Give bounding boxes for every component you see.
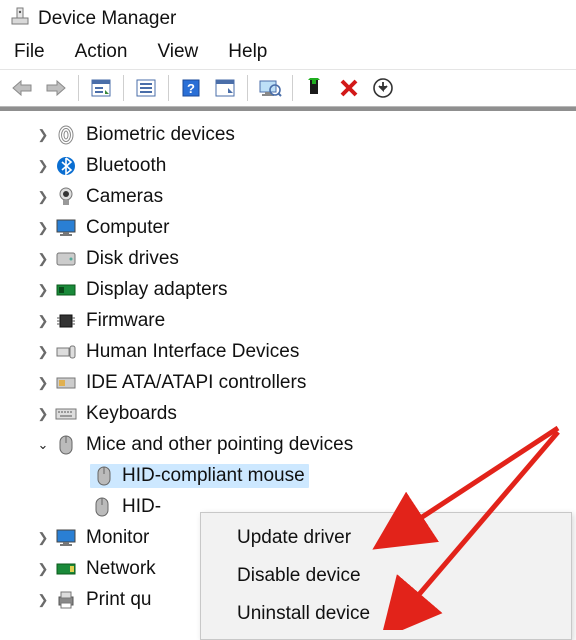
tree-item-mice[interactable]: ⌄ Mice and other pointing devices [0, 429, 576, 460]
tree-item-computer[interactable]: ❯ Computer [0, 212, 576, 243]
update-button[interactable] [369, 74, 397, 102]
ide-icon [54, 372, 78, 394]
menu-help[interactable]: Help [228, 41, 267, 63]
disable-button[interactable] [335, 74, 363, 102]
chevron-right-icon: ❯ [34, 344, 52, 360]
properties-button[interactable] [132, 74, 160, 102]
enable-button[interactable] [301, 74, 329, 102]
svg-text:?: ? [187, 81, 195, 96]
chevron-right-icon: ❯ [34, 158, 52, 174]
tree-label: Network [86, 558, 156, 580]
bluetooth-icon [54, 155, 78, 177]
action-button[interactable] [211, 74, 239, 102]
tree-label: Monitor [86, 527, 149, 549]
mouse-icon [92, 465, 116, 487]
tree-label: Bluetooth [86, 155, 166, 177]
separator [78, 75, 79, 101]
separator [123, 75, 124, 101]
back-button[interactable] [8, 74, 36, 102]
tree-item-keyboards[interactable]: ❯ Keyboards [0, 398, 576, 429]
gpu-icon [54, 279, 78, 301]
chevron-right-icon: ❯ [34, 406, 52, 422]
window-title: Device Manager [38, 8, 176, 30]
fingerprint-icon [54, 124, 78, 146]
disk-icon [54, 248, 78, 270]
mouse-icon [90, 496, 114, 518]
tree-item-hid-mouse-0[interactable]: HID-compliant mouse [0, 460, 576, 491]
chevron-right-icon: ❯ [34, 313, 52, 329]
chevron-right-icon: ❯ [34, 127, 52, 143]
tree-item-display[interactable]: ❯ Display adapters [0, 274, 576, 305]
tree-item-biometric[interactable]: ❯ Biometric devices [0, 119, 576, 150]
menu-action[interactable]: Action [75, 41, 128, 63]
device-manager-icon [10, 6, 30, 31]
printer-icon [54, 589, 78, 611]
menu-file[interactable]: File [14, 41, 45, 63]
tree-item-firmware[interactable]: ❯ Firmware [0, 305, 576, 336]
menu-item-update-driver[interactable]: Update driver [201, 519, 571, 557]
titlebar: Device Manager [0, 0, 576, 35]
help-button[interactable]: ? [177, 74, 205, 102]
tree-item-ide[interactable]: ❯ IDE ATA/ATAPI controllers [0, 367, 576, 398]
separator [168, 75, 169, 101]
chip-icon [54, 310, 78, 332]
tree-item-cameras[interactable]: ❯ Cameras [0, 181, 576, 212]
tree-label: Cameras [86, 186, 163, 208]
chevron-right-icon: ❯ [34, 189, 52, 205]
keyboard-icon [54, 403, 78, 425]
monitor-icon [54, 527, 78, 549]
mouse-icon [54, 434, 78, 456]
tree-label: Mice and other pointing devices [86, 434, 353, 456]
chevron-right-icon: ❯ [34, 375, 52, 391]
show-hidden-button[interactable] [87, 74, 115, 102]
tree-label: Display adapters [86, 279, 228, 301]
menu-view[interactable]: View [157, 41, 198, 63]
tree-label: Disk drives [86, 248, 179, 270]
menubar: File Action View Help [0, 35, 576, 69]
tree-label: Keyboards [86, 403, 177, 425]
tree-label: Human Interface Devices [86, 341, 299, 363]
tree-label: Computer [86, 217, 169, 239]
tree-label: Print qu [86, 589, 151, 611]
chevron-right-icon: ❯ [34, 592, 52, 608]
chevron-right-icon: ❯ [34, 251, 52, 267]
tree-label: Biometric devices [86, 124, 235, 146]
chevron-right-icon: ❯ [34, 220, 52, 236]
toolbar: ? [0, 69, 576, 107]
menu-item-disable-device[interactable]: Disable device [201, 557, 571, 595]
tree-item-bluetooth[interactable]: ❯ Bluetooth [0, 150, 576, 181]
chevron-right-icon: ❯ [34, 561, 52, 577]
tree-label: HID-compliant mouse [122, 465, 305, 487]
network-icon [54, 558, 78, 580]
tree-label: Firmware [86, 310, 165, 332]
camera-icon [54, 186, 78, 208]
forward-button[interactable] [42, 74, 70, 102]
chevron-down-icon: ⌄ [34, 437, 52, 453]
chevron-right-icon: ❯ [34, 282, 52, 298]
monitor-icon [54, 217, 78, 239]
context-menu: Update driver Disable device Uninstall d… [200, 512, 572, 640]
scan-button[interactable] [256, 74, 284, 102]
tree-item-disk[interactable]: ❯ Disk drives [0, 243, 576, 274]
chevron-right-icon: ❯ [34, 530, 52, 546]
hid-icon [54, 341, 78, 363]
separator [247, 75, 248, 101]
separator [292, 75, 293, 101]
menu-item-uninstall-device[interactable]: Uninstall device [201, 595, 571, 633]
tree-label: IDE ATA/ATAPI controllers [86, 372, 306, 394]
tree-item-hid[interactable]: ❯ Human Interface Devices [0, 336, 576, 367]
tree-label: HID- [122, 496, 161, 518]
